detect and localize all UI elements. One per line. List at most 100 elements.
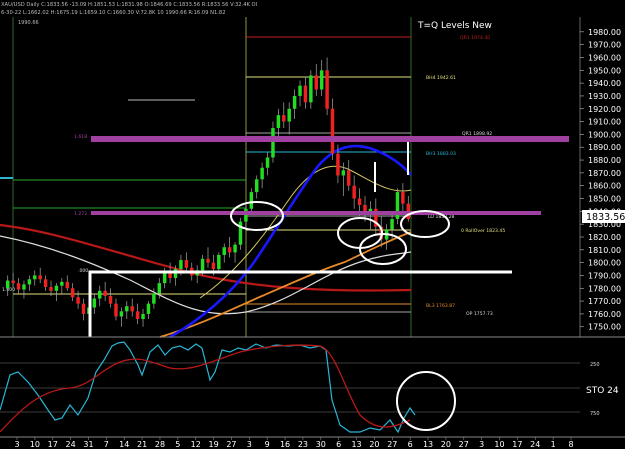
header-line-1: XAU/USD Daily C:1833.56 -13.09 H:1851.53… — [1, 2, 258, 8]
candle-body — [27, 279, 32, 285]
candle-body — [244, 208, 248, 222]
time-tick-label: 27 — [226, 440, 236, 449]
price-tick-label: 1980.00 — [588, 28, 621, 37]
candle-body — [70, 288, 75, 298]
candle-body — [319, 70, 324, 90]
candle-body — [179, 260, 183, 270]
time-tick-label: 3 — [247, 440, 252, 449]
price-tick-label: 1940.00 — [588, 79, 621, 88]
label-bh4: BH4 1942.61 — [426, 75, 456, 81]
time-tick-label: 27 — [387, 440, 397, 449]
candle-body — [157, 283, 162, 294]
time-tick-label: 21 — [137, 440, 147, 449]
candle-body — [152, 293, 156, 304]
candle-body — [271, 127, 275, 158]
candle-body — [98, 290, 102, 299]
candle-body — [336, 153, 340, 176]
time-tick-label: 7 — [104, 440, 109, 449]
candle-body — [33, 275, 37, 280]
candle-body — [60, 281, 64, 286]
candle-body — [217, 254, 221, 270]
candle-body — [65, 281, 69, 289]
time-tick-label: 30 — [316, 440, 326, 449]
osc-tick-250: 250 — [590, 362, 600, 368]
price-tick-label: 1810.00 — [588, 246, 621, 255]
time-tick-label: 13 — [423, 440, 433, 449]
candle-body — [206, 258, 210, 263]
time-tick-label: 31 — [83, 440, 93, 449]
candle-body — [298, 85, 302, 96]
label-bh3: BH3 1883.03 — [426, 151, 456, 157]
candle-body — [81, 303, 86, 314]
candle-body — [43, 279, 48, 287]
candle-body — [146, 303, 151, 314]
label-bl3: BL3 1763.87 — [426, 303, 455, 309]
time-tick-label: 6 — [408, 440, 413, 449]
time-tick-label: 3 — [479, 440, 484, 449]
candle-body — [11, 280, 15, 284]
label-fib-1618: 1.618 — [74, 134, 87, 140]
candle-body — [254, 179, 259, 193]
candle-body — [390, 219, 394, 230]
candle-body — [222, 247, 226, 255]
price-tick-label: 1930.00 — [588, 92, 621, 101]
time-tick-label: 3 — [14, 440, 19, 449]
time-tick-label: 20 — [369, 440, 379, 449]
candle-body — [357, 198, 362, 205]
candle-body — [260, 167, 264, 180]
label-fib-000: .000 — [78, 268, 88, 274]
time-tick-label: 24 — [66, 440, 76, 449]
candle-body — [119, 311, 124, 317]
candle-body — [282, 115, 286, 122]
candle-body — [330, 108, 335, 154]
time-tick-label: 6 — [336, 440, 341, 449]
time-tick-label: 5 — [175, 440, 180, 449]
label-op: OP 1757.73 — [466, 311, 493, 317]
candle-body — [38, 275, 42, 280]
candle-body — [287, 108, 291, 122]
time-tick-label: 13 — [351, 440, 361, 449]
time-tick-label: 24 — [530, 440, 540, 449]
candle-body — [103, 290, 107, 296]
candle-body — [303, 85, 308, 103]
candle-body — [276, 115, 281, 128]
candle-body — [249, 192, 254, 209]
price-tick-label: 1900.00 — [588, 130, 621, 139]
candle-body — [265, 157, 270, 168]
time-tick-label: 8 — [568, 440, 573, 449]
candle-body — [325, 70, 329, 109]
candle-body — [227, 247, 232, 253]
candle-body — [309, 75, 313, 103]
time-tick-label: 10 — [494, 440, 504, 449]
price-tick-label: 1750.00 — [588, 323, 621, 332]
candle-body — [352, 185, 356, 199]
price-tick-label: 1820.00 — [588, 233, 621, 242]
label-rollover: 0 RollOver 1823.45 — [461, 228, 505, 234]
time-tick-label: 14 — [119, 440, 129, 449]
candle-body — [292, 95, 297, 109]
price-tick-label: 1850.00 — [588, 195, 621, 204]
candle-body — [16, 283, 21, 290]
candle-body — [347, 170, 351, 186]
header-line-2: 6-30-22 L:1662.02 H:1675.19 L:1659.10 C:… — [1, 10, 226, 16]
price-tick-label: 1790.00 — [588, 271, 621, 280]
price-tick-label: 1760.00 — [588, 310, 621, 319]
candle-body — [184, 260, 189, 268]
price-tick-label: 1970.00 — [588, 41, 621, 50]
candle-body — [141, 313, 145, 320]
label-qr1-top: QR1 1974.30 — [460, 35, 490, 41]
candle-body — [5, 280, 10, 289]
magenta-band-upper — [91, 136, 569, 142]
price-tick-label: 1780.00 — [588, 284, 621, 293]
candle-body — [238, 221, 243, 245]
time-tick-label: 10 — [30, 440, 40, 449]
price-tick-label: 1960.00 — [588, 53, 621, 62]
time-tick-label: 17 — [48, 440, 58, 449]
candle-body — [314, 75, 318, 90]
candle-body — [233, 244, 237, 253]
candle-body — [135, 311, 140, 320]
candle-body — [173, 269, 178, 279]
time-tick-label: 17 — [512, 440, 522, 449]
price-tick-label: 1950.00 — [588, 66, 621, 75]
time-tick-label: 20 — [441, 440, 451, 449]
